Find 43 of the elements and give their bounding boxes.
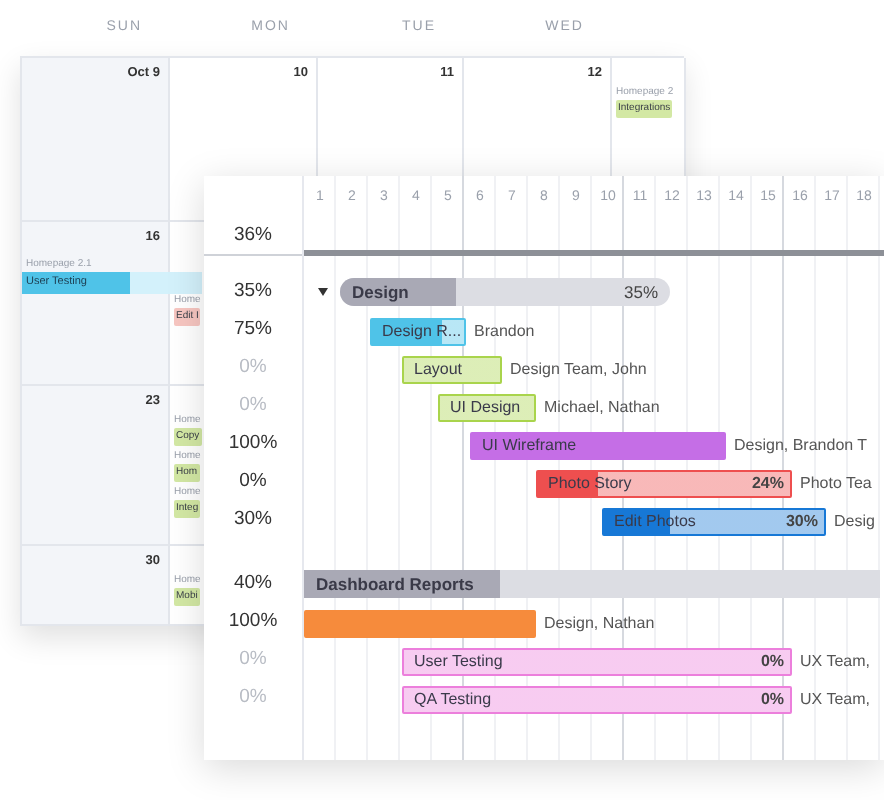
assignee-label: UX Team, — [800, 687, 870, 711]
task-name: Photo Story — [548, 471, 632, 495]
assignee-label: Design, Brandon T — [734, 433, 868, 457]
collapse-triangle-icon[interactable] — [318, 288, 328, 296]
task-bar[interactable]: Photo Story 24% — [536, 469, 792, 497]
assignee-label: Michael, Nathan — [544, 395, 660, 419]
group-name: Dashboard Reports — [316, 571, 474, 597]
assignee-label: Photo Tea — [800, 471, 872, 495]
task-bar[interactable]: UI Wireframe — [470, 431, 726, 459]
group-bar[interactable]: Dashboard Reports — [304, 570, 880, 598]
task-percent: 0% — [239, 392, 267, 421]
task-name: UI Design — [450, 395, 521, 419]
assignee-label: Desig — [834, 509, 875, 533]
task-percent: 100% — [228, 430, 278, 459]
group-bar-percent: 35% — [623, 279, 658, 305]
assignee-label: Design Team, John — [510, 357, 647, 381]
task-name: UI Wireframe — [482, 433, 577, 457]
assignee-label: UX Team, — [800, 649, 870, 673]
task-bar[interactable]: User Testing 0% — [402, 647, 792, 675]
task-name: QA Testing — [414, 687, 492, 711]
task-percent: 0% — [239, 354, 267, 383]
group-percent: 35% — [233, 277, 272, 306]
task-bar[interactable]: UI Design — [438, 393, 536, 421]
task-percent: 30% — [233, 506, 272, 535]
task-percent: 0% — [760, 649, 784, 673]
task-name: User Testing — [414, 649, 503, 673]
assignee-label: Brandon — [474, 319, 535, 343]
task-percent: 0% — [239, 468, 267, 497]
task-bar[interactable]: QA Testing 0% — [402, 685, 792, 713]
group-percent: 40% — [233, 569, 272, 598]
task-percent: 0% — [239, 684, 267, 713]
group-bar[interactable]: Design 35% — [340, 278, 670, 306]
task-percent: 30% — [785, 509, 818, 533]
task-percent: 75% — [233, 316, 272, 345]
assignee-label: Design, Nathan — [544, 611, 655, 635]
task-name: Layout — [414, 357, 463, 381]
task-bar[interactable]: Layout — [402, 355, 502, 383]
total-percent: 36% — [233, 222, 272, 251]
task-percent: 0% — [239, 646, 267, 675]
task-percent: 0% — [760, 687, 784, 711]
group-name: Design — [352, 279, 409, 305]
task-percent: 24% — [751, 471, 784, 495]
task-percent: 100% — [228, 608, 278, 637]
